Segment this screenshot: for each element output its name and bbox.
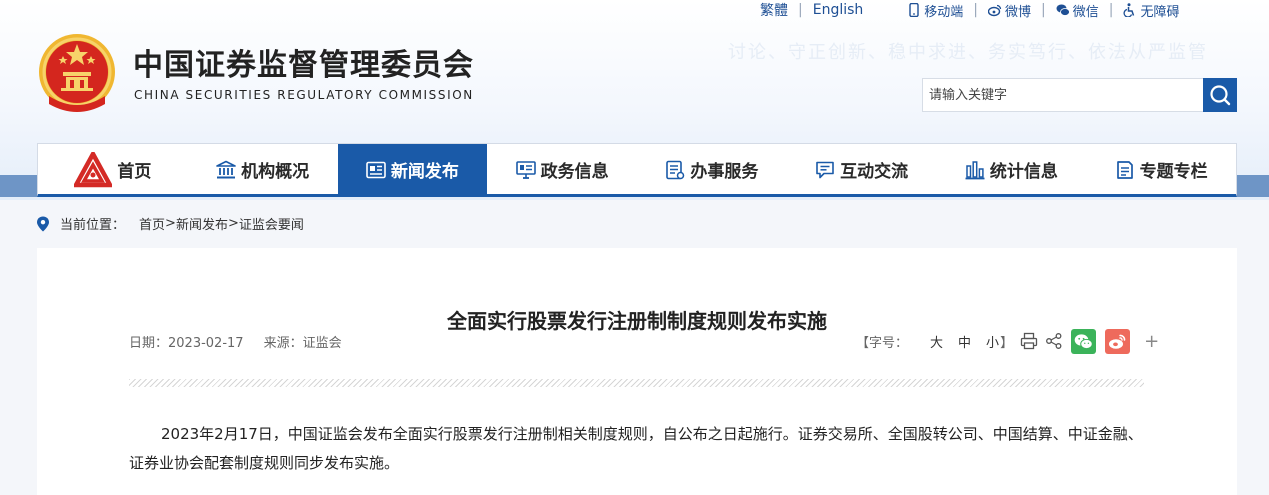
- top-link-separator: |: [798, 2, 803, 18]
- top-link-separator: |: [1041, 2, 1046, 18]
- share-icon[interactable]: [1045, 332, 1063, 350]
- article-source: 来源：证监会: [263, 336, 342, 351]
- chat-icon: [816, 161, 834, 178]
- weibo-link[interactable]: 微博: [988, 1, 1031, 20]
- gov-info-icon: [515, 160, 536, 179]
- breadcrumb-separator: >: [165, 216, 176, 231]
- header-slogan: 讨论、守正创新、稳中求进、务实笃行、依法从严监管: [728, 42, 1208, 63]
- article-meta: 日期：2023-02-17 来源：证监会: [129, 332, 342, 351]
- institution-icon: [216, 160, 236, 178]
- font-size-label: 【字号：: [856, 335, 909, 351]
- more-share-icon[interactable]: +: [1144, 331, 1159, 352]
- article-divider: [129, 379, 1144, 387]
- breadcrumb-home[interactable]: 首页: [139, 214, 165, 233]
- weibo-share-button[interactable]: [1105, 328, 1131, 354]
- accessibility-link[interactable]: 无障碍: [1123, 1, 1180, 20]
- nav-item-service[interactable]: 办事服务: [637, 144, 787, 195]
- nav-item-gov-info[interactable]: 政务信息: [487, 144, 637, 195]
- wechat-icon: [1074, 333, 1093, 349]
- nav-item-label: 办事服务: [690, 162, 759, 182]
- search-input[interactable]: [923, 79, 1203, 111]
- service-icon: [666, 160, 685, 179]
- nav-item-topics[interactable]: 专题专栏: [1086, 144, 1236, 195]
- nav-item-interaction[interactable]: 互动交流: [787, 144, 937, 195]
- english-link[interactable]: English: [813, 2, 864, 18]
- article-tools: 【字号： 大 中 小 】 +: [856, 328, 1159, 354]
- nav-item-label: 首页: [117, 162, 152, 182]
- nav-item-label: 互动交流: [840, 162, 909, 182]
- font-size-close: 】: [1000, 335, 1014, 351]
- breadcrumb-label: 当前位置：: [60, 218, 126, 233]
- breadcrumb: 当前位置： 首页 > 新闻发布 > 证监会要闻: [36, 214, 304, 233]
- wechat-link[interactable]: 微信: [1056, 1, 1099, 20]
- statistics-icon: [965, 160, 985, 179]
- nav-item-label: 新闻发布: [390, 162, 459, 182]
- nav-item-institution[interactable]: 机构概况: [188, 144, 338, 195]
- article-date: 日期：2023-02-17: [129, 336, 244, 351]
- accessibility-link-label: 无障碍: [1140, 4, 1180, 20]
- search-button[interactable]: [1203, 78, 1237, 112]
- nav-item-news[interactable]: 新闻发布: [337, 144, 488, 195]
- top-link-separator: |: [1108, 2, 1114, 18]
- national-emblem-icon[interactable]: [37, 30, 117, 114]
- top-links: 繁體 | English 移动端 | 微博 | 微信 | 无障碍: [760, 0, 1180, 20]
- site-title[interactable]: 中国证券监督管理委员会: [133, 40, 474, 84]
- mobile-link[interactable]: 移动端: [907, 1, 963, 20]
- traditional-chinese-link[interactable]: 繁體: [760, 0, 788, 20]
- article-panel: 全面实行股票发行注册制制度规则发布实施 日期：2023-02-17 来源：证监会 …: [37, 248, 1237, 495]
- wechat-icon: [1056, 4, 1070, 16]
- article-body: 2023年2月17日，中国证监会发布全面实行股票发行注册制相关制度规则，自公布之…: [129, 425, 1143, 472]
- search-box: [922, 78, 1237, 112]
- site-subtitle: CHINA SECURITIES REGULATORY COMMISSION: [134, 88, 474, 102]
- print-icon[interactable]: [1020, 332, 1038, 350]
- nav-item-label: 统计信息: [989, 162, 1058, 182]
- topic-icon: [1116, 160, 1133, 179]
- mobile-icon: [909, 3, 919, 17]
- csrc-logo-icon: [74, 151, 113, 187]
- main-nav: 首页 机构概况 新闻发布 政务信息 办事服务 互动交流 统计信息 专题专栏: [37, 143, 1237, 197]
- nav-item-label: 专题专栏: [1139, 162, 1208, 182]
- weibo-link-label: 微博: [1005, 4, 1032, 20]
- nav-item-statistics[interactable]: 统计信息: [937, 144, 1087, 195]
- search-icon: [1210, 85, 1231, 106]
- font-size-medium[interactable]: 中: [958, 332, 971, 351]
- wechat-share-button[interactable]: [1071, 328, 1097, 354]
- breadcrumb-csrc-news[interactable]: 证监会要闻: [239, 214, 304, 233]
- accessibility-icon: [1123, 3, 1135, 17]
- weibo-icon: [988, 4, 1002, 17]
- location-pin-icon: [37, 216, 49, 231]
- breadcrumb-separator: >: [227, 216, 239, 231]
- breadcrumb-news[interactable]: 新闻发布: [176, 214, 228, 233]
- weibo-icon: [1109, 334, 1126, 349]
- font-size-large[interactable]: 大: [930, 332, 943, 351]
- mobile-link-label: 移动端: [924, 4, 964, 20]
- news-icon: [366, 161, 386, 178]
- wechat-link-label: 微信: [1072, 4, 1099, 20]
- nav-item-label: 政务信息: [540, 162, 609, 182]
- nav-item-home[interactable]: 首页: [38, 144, 188, 195]
- top-link-separator: |: [973, 2, 979, 18]
- nav-item-label: 机构概况: [241, 162, 310, 182]
- font-size-small[interactable]: 小: [986, 332, 999, 351]
